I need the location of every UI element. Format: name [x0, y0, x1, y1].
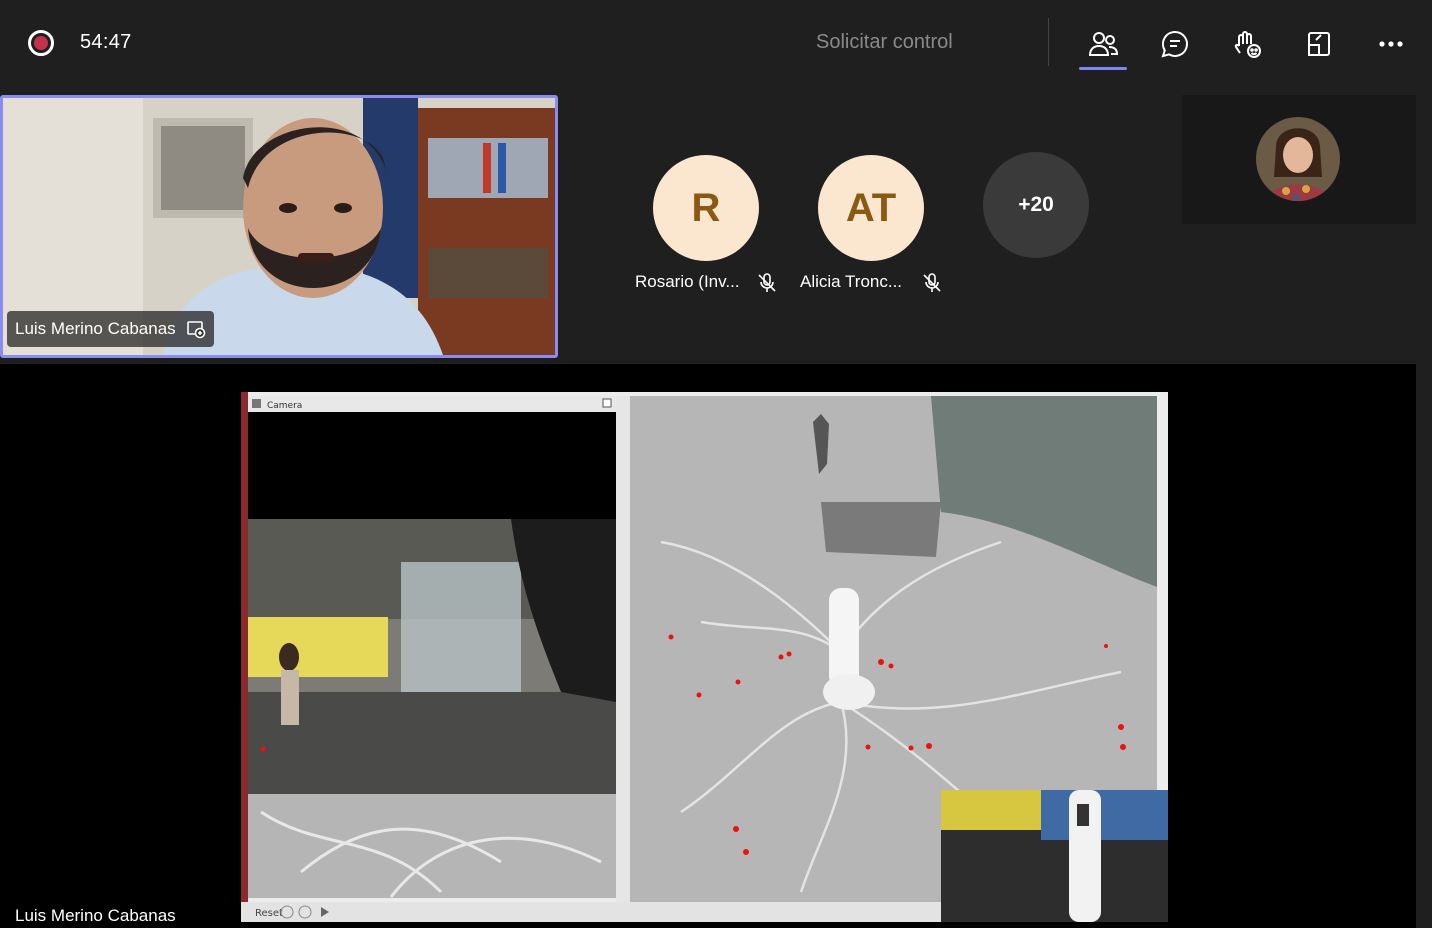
share-tray-button[interactable] [1297, 22, 1341, 66]
participant-avatar-alicia[interactable]: AT [818, 155, 924, 261]
chat-button[interactable] [1153, 22, 1197, 66]
meeting-timer: 54:47 [80, 31, 132, 53]
share-tray-icon [1308, 32, 1330, 56]
speaker-name: Luis Merino Cabanas [15, 319, 176, 338]
meeting-toolbar: 54:47 Solicitar control [0, 0, 1432, 86]
chat-icon [1161, 30, 1188, 58]
shared-screen: Camera Reset [241, 392, 1168, 922]
mic-off-icon [758, 273, 776, 292]
screen-share-presenter-name: Luis Merino Cabanas [15, 906, 176, 925]
mic-off-icon [923, 273, 941, 292]
shared-screen-content: Camera Reset [241, 392, 1168, 922]
participant-avatar-rosario[interactable]: R [653, 155, 759, 261]
more-options-icon [1379, 41, 1403, 47]
people-icon [1088, 32, 1119, 56]
more-options-button[interactable] [1369, 22, 1413, 66]
reactions-button[interactable] [1225, 22, 1269, 66]
toolbar-divider [1048, 18, 1049, 66]
speaker-name-tag: Luis Merino Cabanas [7, 311, 214, 347]
active-tab-indicator [1079, 67, 1127, 70]
reset-button-label: Reset [255, 908, 283, 919]
self-avatar-photo [1256, 117, 1340, 201]
participant-name-alicia: Alicia Tronc... [800, 272, 903, 291]
request-control-button[interactable]: Solicitar control [816, 31, 953, 54]
presenter-icon [186, 321, 205, 339]
people-button[interactable] [1081, 22, 1125, 66]
more-participants-button[interactable]: +20 [983, 152, 1089, 258]
react-raise-hand-icon [1234, 31, 1261, 58]
window-edge [1416, 86, 1432, 928]
camera-window-title: Camera [267, 401, 302, 411]
recording-dot-icon [28, 30, 54, 56]
self-avatar [1256, 117, 1340, 201]
participant-name-rosario: Rosario (Inv... [635, 272, 740, 291]
